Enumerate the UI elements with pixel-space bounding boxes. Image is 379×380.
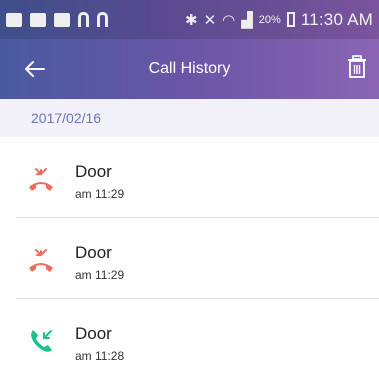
caller-name: Door [75,162,112,181]
date-section-header: 2017/02/16 [0,99,379,137]
app-notification-icon [78,12,89,27]
system-icons: ✱ ✕ ◠ ▟ 20% 11:30 AM [185,10,373,30]
missed-call-icon [29,249,53,272]
call-list: Door am 11:29 Door am 11:29 Door am 11:2… [0,137,379,380]
missed-call-icon [29,168,53,191]
call-row[interactable]: Door am 11:28 [0,299,379,380]
caller-name: Door [75,243,112,262]
wifi-icon: ◠ [222,11,236,29]
gallery-icon [30,12,46,27]
app-header: Call History [0,39,379,99]
call-time: am 11:29 [75,187,125,201]
notification-icons [6,12,108,27]
clock: 11:30 AM [300,9,373,29]
message-icon [6,12,22,27]
battery-percent: 20% [258,13,281,26]
trash-icon[interactable] [347,55,367,79]
back-arrow-icon[interactable] [22,56,48,82]
image-icon [54,12,70,27]
call-row[interactable]: Door am 11:29 [0,137,379,218]
mute-icon: ✕ [203,11,217,29]
page-title: Call History [148,60,231,77]
signal-icon: ▟ [241,11,253,29]
caller-name: Door [75,324,112,343]
bluetooth-icon: ✱ [185,11,198,29]
battery-icon [286,12,295,27]
incoming-call-icon [31,330,52,352]
date-label: 2017/02/16 [31,110,102,126]
status-bar: ✱ ✕ ◠ ▟ 20% 11:30 AM [0,0,379,39]
call-time: am 11:28 [75,349,125,363]
call-time: am 11:29 [75,268,125,282]
call-row[interactable]: Door am 11:29 [0,218,379,299]
app-notification-icon [97,12,108,27]
